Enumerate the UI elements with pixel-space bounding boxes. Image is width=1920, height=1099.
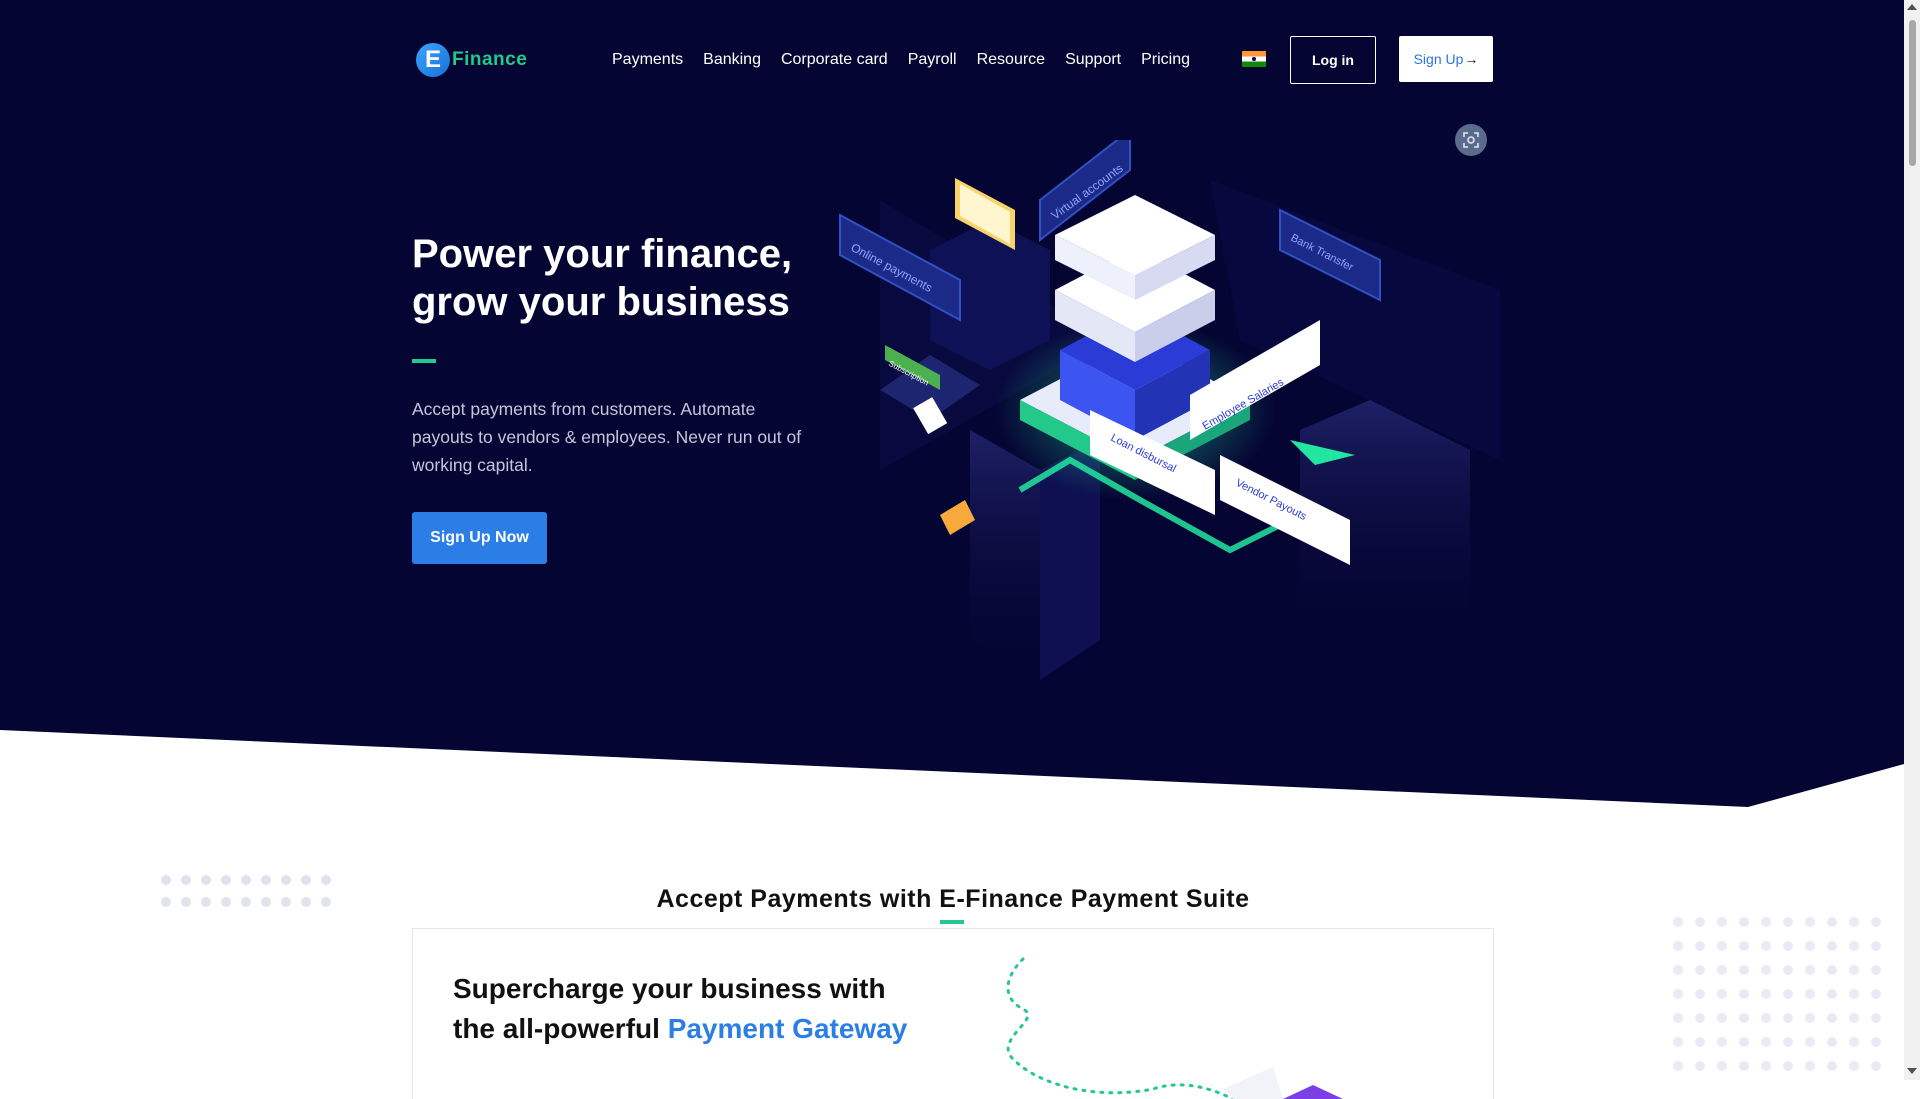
nav-links: Payments Banking Corporate card Payroll … — [612, 36, 1190, 84]
hero-subtitle: Accept payments from customers. Automate… — [412, 399, 802, 475]
nav-link-payments[interactable]: Payments — [612, 51, 683, 69]
arrow-right-icon: → — [1464, 51, 1479, 67]
payment-gateway-card: Supercharge your business with the all-p… — [412, 928, 1494, 1099]
nav-link-payroll[interactable]: Payroll — [908, 51, 957, 69]
signup-button-label: Sign Up — [1413, 51, 1464, 67]
page-scrollbar[interactable] — [1904, 0, 1920, 1080]
hero-title: Power your finance, grow your business — [412, 230, 832, 326]
scroll-up-arrow-icon[interactable] — [1907, 4, 1917, 10]
nav-link-banking[interactable]: Banking — [703, 51, 761, 69]
payment-gateway-illustration — [1006, 957, 1343, 1099]
card-title-line2-prefix: the all-powerful — [453, 1013, 668, 1044]
india-flag-icon[interactable] — [1242, 51, 1266, 67]
brand-logo[interactable]: E Finance — [416, 40, 527, 80]
nav-link-support[interactable]: Support — [1065, 51, 1121, 69]
scrollbar-thumb[interactable] — [1909, 20, 1916, 166]
logo-text: Finance — [452, 49, 528, 70]
scroll-down-arrow-icon[interactable] — [1907, 1068, 1917, 1074]
signup-button[interactable]: Sign Up → — [1399, 36, 1493, 82]
nav-link-corporate-card[interactable]: Corporate card — [781, 51, 888, 69]
section-title-underline — [940, 920, 964, 924]
card-title-line1: Supercharge your business with — [453, 973, 886, 1004]
card-title: Supercharge your business with the all-p… — [453, 969, 973, 1049]
hero-title-line1: Power your finance, — [412, 232, 793, 276]
signup-now-button[interactable]: Sign Up Now — [412, 512, 547, 564]
hero-title-line2: grow your business — [412, 280, 790, 324]
decorative-dots-right — [1673, 917, 1881, 1071]
nav-link-pricing[interactable]: Pricing — [1141, 51, 1190, 69]
decorative-dots-left — [161, 875, 331, 907]
top-navigation: E Finance Payments Banking Corporate car… — [412, 36, 1494, 84]
login-button[interactable]: Log in — [1290, 36, 1376, 84]
card-title-highlight: Payment Gateway — [667, 1013, 908, 1044]
title-accent-bar — [412, 359, 436, 363]
section-title: Accept Payments with E-Finance Payment S… — [656, 885, 1250, 913]
logo-mark-icon: E — [416, 43, 450, 77]
nav-link-resource[interactable]: Resource — [977, 51, 1045, 69]
hero-illustration: Online payments Virtual accounts Bank Tr… — [839, 140, 1500, 680]
